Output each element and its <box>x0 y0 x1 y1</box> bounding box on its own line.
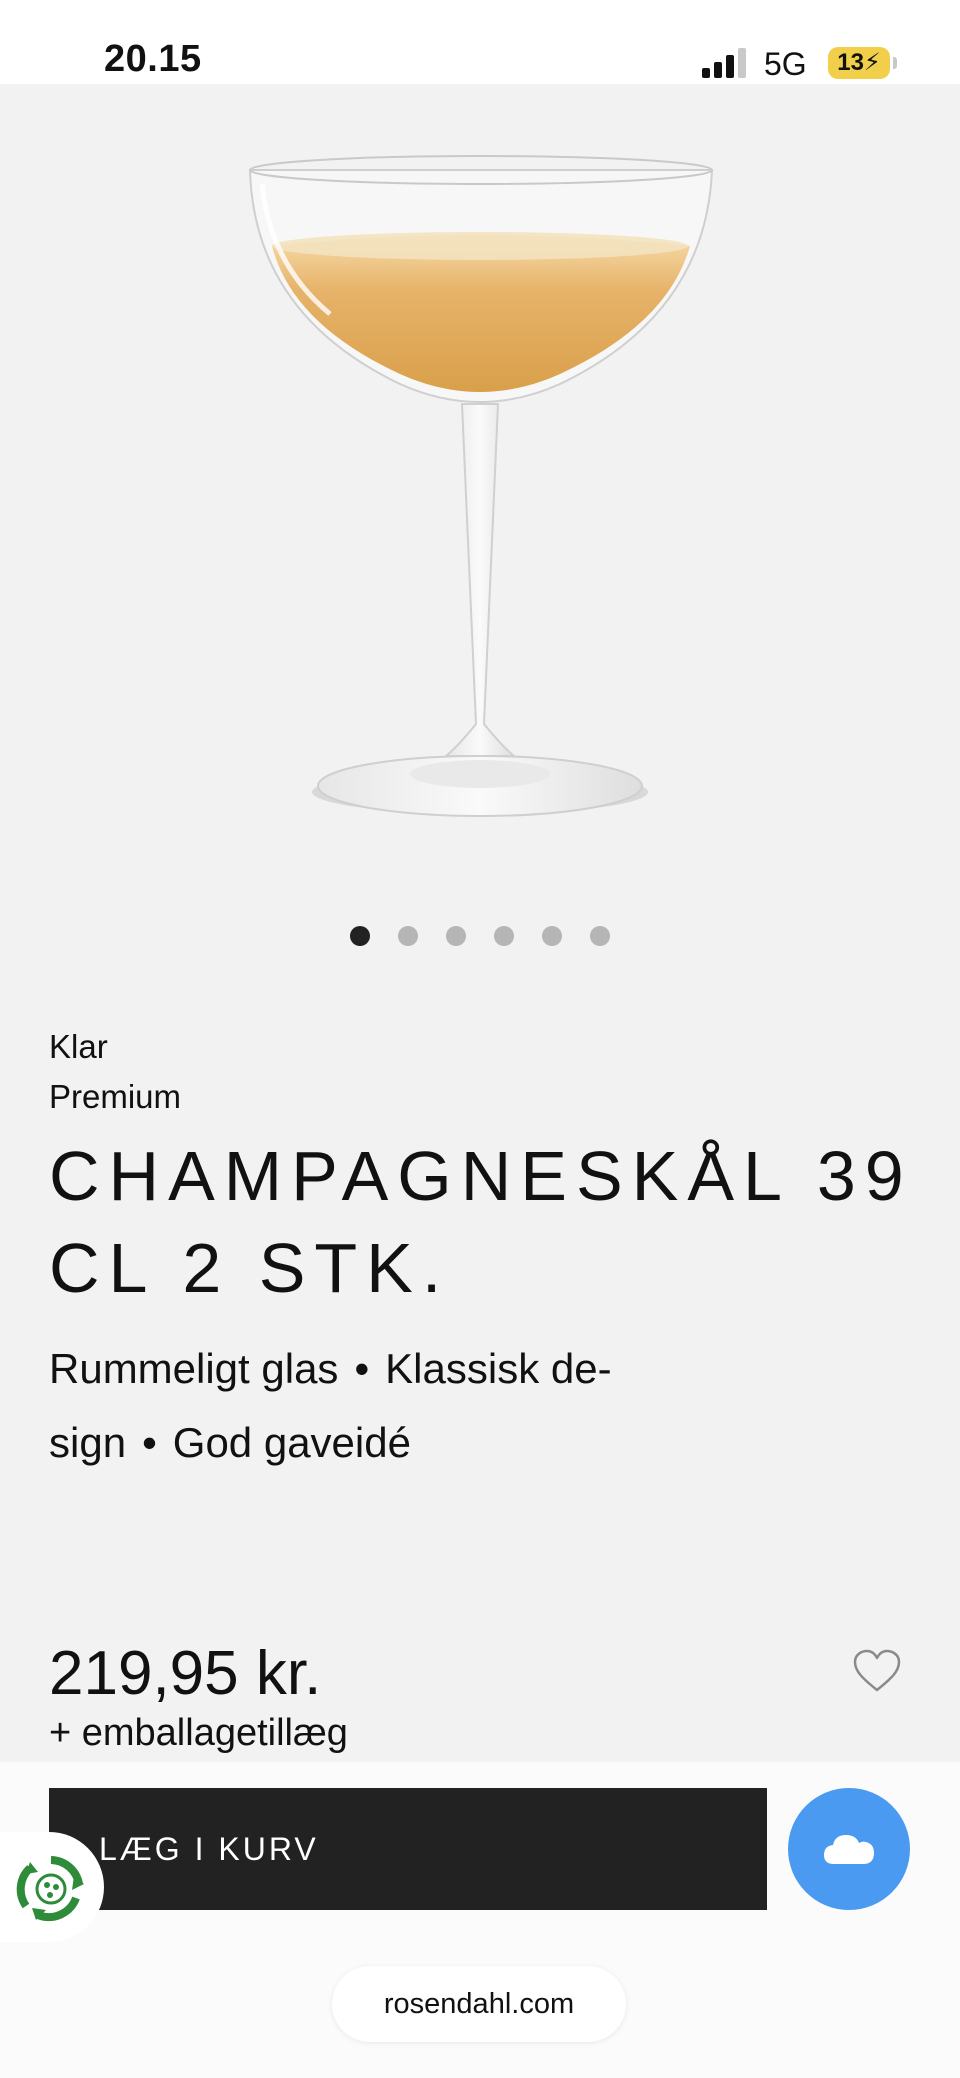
feature-list-row-1: Rummeligt glas • Klassisk de- <box>49 1344 929 1394</box>
feature-item: Rummeligt glas <box>49 1345 339 1392</box>
packaging-fee-note: + emballagetillæg <box>49 1712 348 1754</box>
battery-icon: 13⚡ <box>828 47 890 79</box>
add-to-cart-button[interactable]: LÆG I KURV <box>49 1788 767 1910</box>
carousel-pagination <box>0 926 960 946</box>
status-bar: 20.15 5G 13⚡ <box>0 0 960 84</box>
feature-item: God gaveidé <box>172 1419 411 1466</box>
carousel-dot-3[interactable] <box>446 926 466 946</box>
carousel-dot-5[interactable] <box>542 926 562 946</box>
cellular-signal-icon <box>702 48 746 78</box>
feature-item: sign <box>49 1419 127 1466</box>
champagne-coupe-image <box>248 155 714 817</box>
feature-separator: • <box>142 1419 157 1466</box>
network-type: 5G <box>764 46 807 82</box>
product-color: Klar <box>49 1028 108 1065</box>
heart-icon[interactable] <box>852 1648 902 1694</box>
battery-level: 13 <box>837 49 864 76</box>
carousel-dot-2[interactable] <box>398 926 418 946</box>
carousel-dot-6[interactable] <box>590 926 610 946</box>
cloud-button[interactable] <box>788 1788 910 1910</box>
battery-tip <box>893 57 897 69</box>
product-series: Premium <box>49 1078 182 1115</box>
feature-list-row-2: sign • God gaveidé <box>49 1418 929 1468</box>
recycle-icon <box>16 1856 84 1922</box>
cloud-icon <box>824 1835 874 1864</box>
product-image-carousel[interactable] <box>0 84 960 884</box>
feature-item: Klassisk de- <box>385 1345 612 1392</box>
feature-separator: • <box>354 1345 370 1392</box>
carousel-dot-1[interactable] <box>350 926 370 946</box>
product-title: CHAMPAGNESKÅL 39 CL 2 STK. <box>49 1137 913 1307</box>
product-price: 219,95 kr. <box>49 1639 322 1708</box>
status-time: 20.15 <box>104 38 202 80</box>
browser-url-bar[interactable]: rosendahl.com <box>332 1966 626 2042</box>
carousel-dot-4[interactable] <box>494 926 514 946</box>
